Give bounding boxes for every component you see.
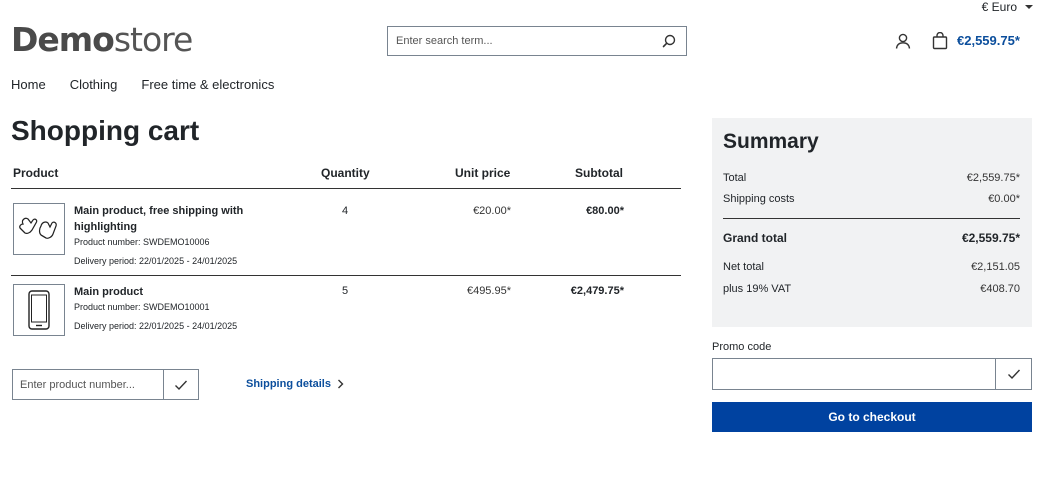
unit-price: €20.00* — [473, 205, 511, 217]
mittens-icon — [19, 217, 57, 239]
add-product-button[interactable] — [163, 370, 198, 399]
checkmark-icon — [1007, 369, 1020, 380]
search-input[interactable] — [388, 27, 652, 55]
product-number-input[interactable] — [13, 370, 163, 399]
account-button[interactable] — [894, 32, 912, 50]
add-product-form — [12, 369, 199, 400]
promo-code-input[interactable] — [713, 359, 995, 389]
checkmark-icon — [175, 380, 188, 390]
product-name[interactable]: Main product — [74, 284, 264, 300]
quantity-value[interactable]: 4 — [342, 205, 348, 217]
cart-button[interactable] — [931, 31, 949, 50]
caret-down-icon — [1025, 5, 1033, 9]
summary-shipping-value: €0.00* — [988, 193, 1020, 205]
shipping-details-link[interactable]: Shipping details — [246, 378, 344, 390]
product-number: Product number: SWDEMO10006 — [74, 237, 210, 247]
summary-title: Summary — [723, 130, 819, 153]
summary-vat-value: €408.70 — [980, 283, 1020, 295]
promo-code-form — [712, 358, 1032, 390]
summary-grand-total-value: €2,559.75* — [961, 231, 1020, 245]
summary-total-label: Total — [723, 172, 747, 184]
summary-grand-total-row: Grand total €2,559.75* — [723, 231, 1020, 245]
search-bar — [387, 26, 687, 56]
column-subtotal: Subtotal — [575, 166, 623, 180]
nav-item-home[interactable]: Home — [11, 77, 46, 92]
column-product: Product — [13, 166, 59, 180]
page-title: Shopping cart — [11, 115, 200, 146]
shipping-details-label: Shipping details — [246, 378, 331, 390]
column-unit-price: Unit price — [455, 166, 511, 180]
order-summary: Summary Total €2,559.75* Shipping costs … — [712, 118, 1032, 327]
summary-shipping-row: Shipping costs €0.00* — [723, 193, 1020, 205]
promo-code-label: Promo code — [712, 341, 772, 353]
line-subtotal: €2,479.75* — [570, 285, 624, 297]
product-number: Product number: SWDEMO10001 — [74, 302, 210, 312]
checkout-button[interactable]: Go to checkout — [712, 402, 1032, 432]
store-logo[interactable]: Demostore — [11, 20, 193, 59]
summary-total-value: €2,559.75* — [966, 172, 1020, 184]
currency-selector[interactable]: € Euro — [982, 0, 1033, 14]
product-name[interactable]: Main product, free shipping with highlig… — [74, 203, 264, 235]
summary-net-row: Net total €2,151.05 — [723, 261, 1020, 273]
line-subtotal: €80.00* — [586, 205, 624, 217]
product-thumbnail[interactable] — [13, 203, 65, 255]
cart-total[interactable]: €2,559.75* — [957, 33, 1020, 48]
summary-vat-label: plus 19% VAT — [723, 283, 792, 295]
search-icon — [662, 34, 676, 48]
column-quantity: Quantity — [321, 166, 370, 180]
summary-vat-row: plus 19% VAT €408.70 — [723, 283, 1020, 295]
delivery-period: Delivery period: 22/01/2025 - 24/01/2025 — [74, 256, 238, 266]
summary-divider — [723, 218, 1020, 219]
shopping-bag-icon — [932, 31, 948, 50]
logo-light-text: store — [113, 20, 193, 59]
cart-line-item: Main product, free shipping with highlig… — [11, 190, 681, 276]
unit-price: €495.95* — [466, 285, 511, 297]
currency-label: € Euro — [981, 0, 1017, 14]
summary-total-row: Total €2,559.75* — [723, 172, 1020, 184]
nav-item-free-time-electronics[interactable]: Free time & electronics — [141, 77, 274, 92]
logo-bold-text: Demo — [11, 20, 115, 59]
main-navigation: Home Clothing Free time & electronics — [11, 77, 274, 92]
quantity-value[interactable]: 5 — [342, 285, 348, 297]
cart-line-item: Main product Product number: SWDEMO10001… — [11, 277, 681, 341]
chevron-right-icon — [337, 379, 344, 389]
user-icon — [895, 33, 911, 49]
summary-net-value: €2,151.05 — [971, 261, 1020, 273]
smartphone-icon — [28, 290, 50, 330]
summary-grand-total-label: Grand total — [723, 231, 788, 245]
summary-shipping-label: Shipping costs — [723, 193, 795, 205]
product-thumbnail[interactable] — [13, 284, 65, 336]
search-button[interactable] — [652, 27, 686, 55]
delivery-period: Delivery period: 22/01/2025 - 24/01/2025 — [74, 321, 238, 331]
summary-net-label: Net total — [723, 261, 764, 273]
cart-table-header: Product Quantity Unit price Subtotal — [11, 165, 681, 189]
apply-promo-button[interactable] — [995, 359, 1031, 389]
nav-item-clothing[interactable]: Clothing — [70, 77, 118, 92]
